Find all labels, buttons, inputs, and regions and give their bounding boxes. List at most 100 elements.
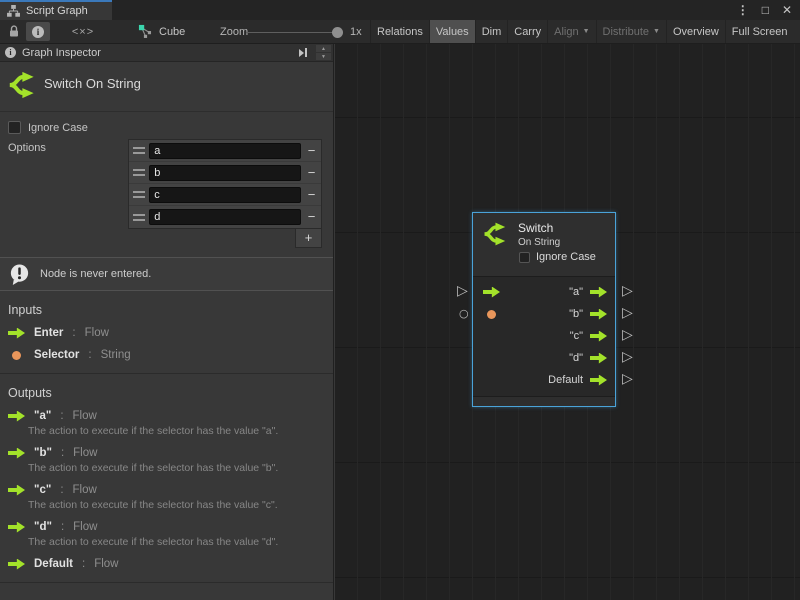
section-divider bbox=[0, 373, 333, 374]
selector-connection-circle[interactable]: ○ bbox=[459, 308, 469, 319]
warning-box: Node is never entered. bbox=[0, 257, 333, 291]
output-port-c-icon[interactable] bbox=[590, 331, 607, 342]
value-port-icon bbox=[12, 351, 21, 360]
output-port-label: "d" bbox=[569, 352, 583, 364]
option-input-2[interactable] bbox=[149, 187, 301, 203]
output-port-a-icon[interactable] bbox=[590, 287, 607, 298]
output-default-connection-triangle[interactable]: ▷ bbox=[622, 372, 633, 386]
remove-option-button[interactable]: − bbox=[302, 207, 321, 227]
info-icon: i bbox=[32, 26, 44, 38]
remove-option-button[interactable]: − bbox=[302, 185, 321, 205]
node-ignore-case-checkbox[interactable] bbox=[519, 252, 530, 263]
output-b-connection-triangle[interactable]: ▷ bbox=[622, 306, 633, 320]
drag-handle[interactable] bbox=[129, 214, 149, 221]
graph-toolbar: i <×> Cube Zoom 1x Relations Values Dim … bbox=[0, 20, 800, 44]
maximize-icon[interactable]: □ bbox=[762, 3, 769, 17]
graph-canvas[interactable]: Switch On String Ignore Case "a" "b" bbox=[335, 44, 800, 600]
options-block: Options − − − − + bbox=[0, 139, 333, 249]
code-icon: <×> bbox=[72, 26, 94, 38]
enter-port-icon[interactable] bbox=[483, 287, 500, 298]
graph-hierarchy-icon bbox=[7, 5, 20, 17]
node-port-row: "c" bbox=[473, 325, 615, 347]
dim-button[interactable]: Dim bbox=[475, 20, 508, 43]
relations-button[interactable]: Relations bbox=[370, 20, 429, 43]
drag-handle[interactable] bbox=[129, 191, 149, 198]
output-doc-a: "a" : Flow The action to execute if the … bbox=[0, 410, 333, 437]
drag-handle-icon bbox=[133, 214, 145, 221]
output-port-label: "b" bbox=[569, 308, 583, 320]
spinner-down-button[interactable]: ▼ bbox=[316, 53, 331, 60]
node-port-row: "b" bbox=[473, 303, 615, 325]
options-label: Options bbox=[8, 142, 46, 154]
drag-handle-icon bbox=[133, 169, 145, 176]
graph-object-icon bbox=[138, 24, 153, 39]
options-list-footer: + bbox=[128, 229, 322, 249]
overview-button[interactable]: Overview bbox=[666, 20, 725, 43]
output-d-connection-triangle[interactable]: ▷ bbox=[622, 350, 633, 364]
selector-port-icon[interactable] bbox=[487, 310, 496, 319]
graph-inspector-panel: i Graph Inspector ▲ ▼ Switch On String I… bbox=[0, 44, 334, 600]
zoom-label: Zoom bbox=[220, 26, 248, 38]
enter-connection-triangle[interactable]: ▷ bbox=[457, 284, 468, 298]
flow-port-icon bbox=[8, 448, 25, 459]
flow-port-icon bbox=[8, 485, 25, 496]
warning-bubble-icon bbox=[8, 263, 31, 286]
lock-button[interactable] bbox=[4, 22, 24, 41]
output-doc-b: "b" : Flow The action to execute if the … bbox=[0, 447, 333, 474]
graph-context-breadcrumb[interactable]: Cube bbox=[138, 22, 185, 41]
zoom-slider[interactable] bbox=[246, 32, 339, 33]
carry-button[interactable]: Carry bbox=[507, 20, 547, 43]
align-dropdown[interactable]: Align ▼ bbox=[547, 20, 595, 43]
drag-handle[interactable] bbox=[129, 169, 149, 176]
outputs-header: Outputs bbox=[8, 386, 333, 400]
option-input-0[interactable] bbox=[149, 143, 301, 159]
node-title: Switch bbox=[518, 221, 560, 235]
output-port-default-icon[interactable] bbox=[590, 375, 607, 386]
output-a-connection-triangle[interactable]: ▷ bbox=[622, 284, 633, 298]
node-port-row: "d" bbox=[473, 347, 615, 369]
option-row: − bbox=[129, 206, 321, 228]
inspector-toggle-button[interactable]: i bbox=[26, 22, 50, 41]
option-row: − bbox=[129, 184, 321, 206]
switch-icon bbox=[483, 221, 509, 247]
zoom-slider-handle[interactable] bbox=[332, 27, 343, 38]
remove-option-button[interactable]: − bbox=[302, 141, 321, 161]
distribute-dropdown[interactable]: Distribute ▼ bbox=[596, 20, 666, 43]
option-input-1[interactable] bbox=[149, 165, 301, 181]
remove-option-button[interactable]: − bbox=[302, 163, 321, 183]
chevron-down-icon: ▼ bbox=[583, 28, 590, 35]
chevron-down-icon: ▼ bbox=[653, 28, 660, 35]
output-c-connection-triangle[interactable]: ▷ bbox=[622, 328, 633, 342]
drag-handle[interactable] bbox=[129, 147, 149, 154]
node-body: "a" "b" "c" "d" bbox=[473, 277, 615, 396]
output-port-d-icon[interactable] bbox=[590, 353, 607, 364]
node-subtitle: On String bbox=[518, 237, 560, 248]
toolbar-button-group: Relations Values Dim Carry Align ▼ Distr… bbox=[370, 20, 800, 43]
flow-port-icon bbox=[8, 328, 25, 339]
code-view-button[interactable]: <×> bbox=[60, 22, 106, 41]
values-button[interactable]: Values bbox=[429, 20, 475, 43]
add-option-button[interactable]: + bbox=[295, 228, 322, 248]
spinner-up-button[interactable]: ▲ bbox=[316, 45, 331, 52]
ignore-case-label: Ignore Case bbox=[28, 122, 88, 134]
input-port-selector: Selector : String bbox=[8, 349, 333, 361]
drag-handle-icon bbox=[133, 191, 145, 198]
flow-port-icon bbox=[8, 411, 25, 422]
graph-name: Cube bbox=[159, 26, 185, 38]
ignore-case-checkbox[interactable] bbox=[8, 121, 21, 134]
switch-on-string-node[interactable]: Switch On String Ignore Case "a" "b" bbox=[472, 212, 616, 407]
dock-icon bbox=[299, 49, 304, 57]
output-doc-d: "d" : Flow The action to execute if the … bbox=[0, 521, 333, 548]
output-port-b-icon[interactable] bbox=[590, 309, 607, 320]
fullscreen-button[interactable]: Full Screen bbox=[725, 20, 794, 43]
dock-panel-button[interactable] bbox=[293, 46, 313, 60]
option-input-3[interactable] bbox=[149, 209, 301, 225]
zoom-value: 1x bbox=[350, 26, 362, 38]
tab-script-graph[interactable]: Script Graph bbox=[0, 0, 112, 20]
close-icon[interactable]: ✕ bbox=[782, 3, 792, 17]
section-divider bbox=[0, 582, 333, 583]
unit-title-block: Switch On String bbox=[0, 62, 333, 112]
output-port-label: "a" bbox=[569, 286, 583, 298]
ignore-case-row: Ignore Case bbox=[8, 121, 333, 134]
menu-icon[interactable]: ⋮ bbox=[737, 3, 749, 17]
